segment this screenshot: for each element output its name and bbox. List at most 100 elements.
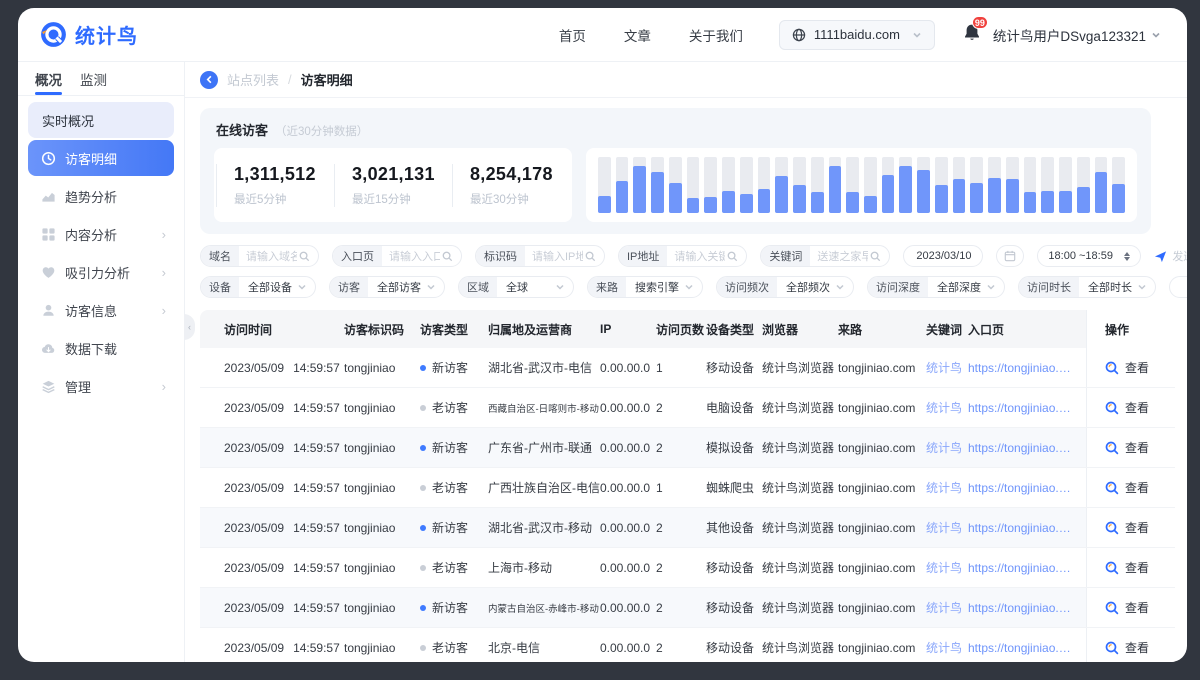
location: 北京-电信 [488,639,600,656]
filter-row-search: 域名 请输入域名 入口页 请输入入口页网址 标识码 请输入IP地址 IP地址 请… [185,236,1187,267]
nav-link[interactable]: 文章 [624,25,651,45]
referrer: tongjiniao.com [838,561,926,575]
filter-区域[interactable]: 区域 全球 [458,276,574,298]
breadcrumb-site-list[interactable]: 站点列表 [227,70,279,89]
search-icon [870,251,881,262]
sidebar-item-实时概况[interactable]: 实时概况 [28,102,174,138]
browser: 统计鸟浏览器 [762,639,838,656]
filter-域名[interactable]: 域名 请输入域名 [200,245,319,267]
sidebar-item-内容分析[interactable]: 内容分析 › [28,216,174,252]
chevron-down-icon [426,282,436,292]
view-button[interactable]: 查看 [1086,428,1175,467]
keyword-link[interactable]: 统计鸟 [926,479,968,496]
time-range-input[interactable]: 18:00 ~18:59 [1037,245,1141,267]
keyword-link[interactable]: 统计鸟 [926,599,968,616]
filter-访问时长[interactable]: 访问时长 全部时长 [1018,276,1156,298]
filter-访客[interactable]: 访客 全部访客 [329,276,445,298]
chart-bar [970,157,983,213]
view-button[interactable]: 查看 [1086,548,1175,587]
ip: 0.00.00.0 [600,481,656,495]
entry-page-link[interactable]: https://tongjiniao.12... [968,441,1086,455]
keyword-link[interactable]: 统计鸟 [926,519,968,536]
browser: 统计鸟浏览器 [762,359,838,376]
entry-page-link[interactable]: https://tongjiniao.12... [968,401,1086,415]
nav-link[interactable]: 首页 [559,25,586,45]
logo[interactable]: 统计鸟 [40,20,138,49]
sidebar-item-管理[interactable]: 管理 › [28,368,174,404]
table-row: 2023/05/0914:59:57 tongjiniao 老访客 上海市-移动… [200,548,1175,588]
filter-入口页[interactable]: 入口页 请输入入口页网址 [332,245,462,267]
chevron-down-icon [555,282,565,292]
sidebar-tab[interactable]: 概况 [35,62,62,95]
view-button[interactable]: 查看 [1086,348,1175,387]
column-header-IP: IP [600,322,656,336]
user-menu[interactable]: 统计鸟用户DSvga123321 [993,25,1161,45]
referrer: tongjiniao.com [838,481,926,495]
filter-来路[interactable]: 来路 搜索引擎 [587,276,703,298]
keyword-link[interactable]: 统计鸟 [926,439,968,456]
entry-page-link[interactable]: https://tongjiniao.12... [968,361,1086,375]
chart-bar [864,157,877,213]
visitor-id: tongjiniao [344,641,420,655]
entry-page-link[interactable]: https://tongjiniao.12... [968,521,1086,535]
send-button[interactable]: 发送 [1154,248,1187,264]
site-selector-value: 1111baidu.com [814,27,900,42]
site-selector[interactable]: 1111baidu.com [779,20,935,50]
sidebar-tab[interactable]: 监测 [80,62,107,95]
location: 湖北省-武汉市-移动 [488,519,600,536]
keyword-link[interactable]: 统计鸟 [926,399,968,416]
reset-button[interactable]: 重置 [1169,276,1187,298]
location: 上海市-移动 [488,559,600,576]
notification-bell[interactable]: 99 [963,23,981,47]
logo-bird-icon [40,21,67,48]
chevron-down-icon [1151,30,1161,40]
filter-设备[interactable]: 设备 全部设备 [200,276,316,298]
chart-bar [953,157,966,213]
view-button[interactable]: 查看 [1086,468,1175,507]
table-row: 2023/05/0914:59:57 tongjiniao 老访客 西藏自治区-… [200,388,1175,428]
sidebar-item-数据下载[interactable]: 数据下载 [28,330,174,366]
ip: 0.00.00.0 [600,601,656,615]
back-button[interactable] [200,71,218,89]
filter-标识码[interactable]: 标识码 请输入IP地址 [475,245,605,267]
stat-label: 最近5分钟 [234,191,334,207]
nav-link[interactable]: 关于我们 [689,25,743,45]
view-button[interactable]: 查看 [1086,628,1175,662]
type-dot-icon [420,525,426,531]
location: 西藏自治区-日喀则市-移动 [488,401,600,415]
sidebar-item-趋势分析[interactable]: 趋势分析 [28,178,174,214]
entry-page-link[interactable]: https://tongjiniao.12... [968,641,1086,655]
entry-page-link[interactable]: https://tongjiniao.12... [968,601,1086,615]
chart-bar [793,157,806,213]
view-button[interactable]: 查看 [1086,588,1175,627]
filter-访问深度[interactable]: 访问深度 全部深度 [867,276,1005,298]
chevron-down-icon [684,282,694,292]
filter-关键词[interactable]: 关键词 送速之家早的... [760,245,890,267]
page-count: 1 [656,481,706,495]
view-button[interactable]: 查看 [1086,508,1175,547]
keyword-link[interactable]: 统计鸟 [926,639,968,656]
referrer: tongjiniao.com [838,641,926,655]
sidebar-item-吸引力分析[interactable]: 吸引力分析 › [28,254,174,290]
date-input[interactable]: 2023/03/10 [903,245,983,267]
entry-page-link[interactable]: https://tongjiniao.12... [968,481,1086,495]
location: 湖北省-武汉市-电信 [488,359,600,376]
view-button[interactable]: 查看 [1086,388,1175,427]
calendar-button[interactable] [996,245,1024,267]
breadcrumb-separator: / [288,72,292,87]
sidebar-item-访客信息[interactable]: 访客信息 › [28,292,174,328]
chart-bar [1041,157,1054,213]
keyword-link[interactable]: 统计鸟 [926,559,968,576]
sidebar-item-访客明细[interactable]: 访客明细 [28,140,174,176]
page-count: 2 [656,561,706,575]
filter-访问频次[interactable]: 访问频次 全部频次 [716,276,854,298]
online-stat: 1,311,512 最近5分钟 [216,164,334,207]
clock-icon [40,150,56,166]
visitor-type: 新访客 [420,359,488,376]
chart-bar [687,157,700,213]
entry-page-link[interactable]: https://tongjiniao.12... [968,561,1086,575]
filter-IP地址[interactable]: IP地址 请输入关键词 [618,245,747,267]
magnifier-icon [1105,561,1119,575]
type-dot-icon [420,445,426,451]
keyword-link[interactable]: 统计鸟 [926,359,968,376]
